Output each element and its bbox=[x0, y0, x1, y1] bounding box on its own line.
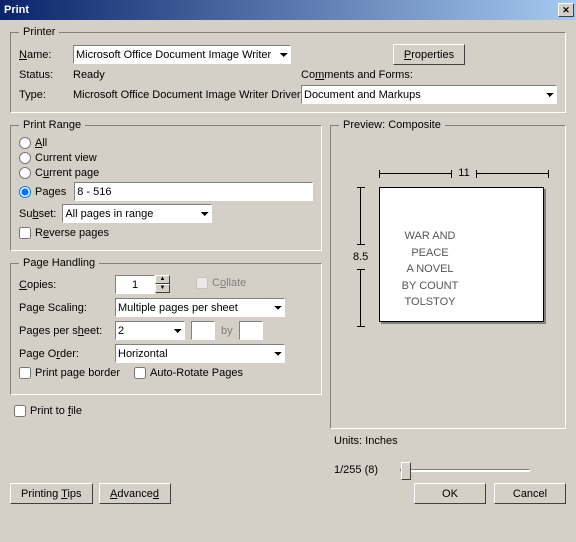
radio-all[interactable] bbox=[19, 137, 31, 149]
page-thumbnail-text: WAR AND PEACE A NOVEL BY COUNT TOLSTOY bbox=[400, 228, 460, 311]
copies-spinner[interactable]: ▲▼ bbox=[115, 275, 170, 294]
copies-up[interactable]: ▲ bbox=[155, 275, 170, 284]
subset-select[interactable]: All pages in range bbox=[62, 204, 212, 223]
custom-h-input bbox=[239, 321, 263, 340]
cancel-button[interactable]: Cancel bbox=[494, 483, 566, 504]
scaling-select[interactable]: Multiple pages per sheet bbox=[115, 298, 285, 317]
border-label[interactable]: Print page border bbox=[35, 367, 120, 379]
advanced-button[interactable]: Advanced bbox=[99, 483, 171, 504]
window-title: Print bbox=[4, 4, 558, 16]
preview-legend: Preview: Composite bbox=[339, 119, 445, 131]
pages-label[interactable]: Pages bbox=[35, 186, 66, 198]
printer-legend: Printer bbox=[19, 26, 59, 38]
copies-input[interactable] bbox=[115, 275, 155, 294]
progress-label: 1/255 (8) bbox=[334, 464, 394, 476]
page-handling-group: Page Handling Copies: ▲▼ Collate Page Sc… bbox=[10, 257, 322, 395]
collate-checkbox bbox=[196, 277, 208, 289]
status-value: Ready bbox=[73, 69, 295, 81]
comments-label: Comments and Forms: bbox=[301, 69, 557, 81]
type-value: Microsoft Office Document Image Writer D… bbox=[73, 89, 295, 101]
page-slider[interactable] bbox=[400, 461, 530, 479]
order-select[interactable]: Horizontal bbox=[115, 344, 285, 363]
print-to-file-label[interactable]: Print to file bbox=[30, 405, 82, 417]
titlebar: Print ✕ bbox=[0, 0, 576, 20]
by-label: by bbox=[221, 325, 233, 337]
autorotate-label[interactable]: Auto-Rotate Pages bbox=[150, 367, 243, 379]
type-label: Type: bbox=[19, 89, 67, 101]
scaling-label: Page Scaling: bbox=[19, 302, 109, 314]
dim-width: 11 bbox=[379, 167, 549, 179]
close-button[interactable]: ✕ bbox=[558, 3, 574, 17]
range-legend: Print Range bbox=[19, 119, 85, 131]
preview-page: WAR AND PEACE A NOVEL BY COUNT TOLSTOY bbox=[379, 187, 544, 322]
current-page-label[interactable]: Current page bbox=[35, 167, 99, 179]
copies-label: Copies: bbox=[19, 279, 109, 291]
reverse-checkbox[interactable] bbox=[19, 227, 31, 239]
pages-input[interactable] bbox=[74, 182, 313, 201]
print-to-file-checkbox[interactable] bbox=[14, 405, 26, 417]
printer-group: Printer Name: Microsoft Office Document … bbox=[10, 26, 566, 113]
status-label: Status: bbox=[19, 69, 67, 81]
radio-current-page[interactable] bbox=[19, 167, 31, 179]
handling-legend: Page Handling bbox=[19, 257, 99, 269]
pps-select[interactable]: 2 bbox=[115, 321, 185, 340]
radio-pages[interactable] bbox=[19, 186, 31, 198]
properties-button[interactable]: Properties bbox=[393, 44, 465, 65]
preview-group: Preview: Composite 11 8.5 WAR AND PEACE … bbox=[330, 119, 566, 429]
copies-down[interactable]: ▼ bbox=[155, 284, 170, 293]
comments-select[interactable]: Document and Markups bbox=[301, 85, 557, 104]
name-label: Name: bbox=[19, 49, 67, 61]
subset-label: Subset: bbox=[19, 208, 56, 220]
printing-tips-button[interactable]: Printing Tips bbox=[10, 483, 93, 504]
autorotate-checkbox[interactable] bbox=[134, 367, 146, 379]
preview-area: 11 8.5 WAR AND PEACE A NOVEL BY COUNT TO… bbox=[339, 137, 557, 377]
collate-label: Collate bbox=[212, 277, 246, 289]
units-label: Units: Inches bbox=[334, 435, 566, 447]
custom-w-input bbox=[191, 321, 215, 340]
order-label: Page Order: bbox=[19, 348, 109, 360]
dim-height: 8.5 bbox=[353, 187, 368, 327]
ok-button[interactable]: OK bbox=[414, 483, 486, 504]
current-view-label[interactable]: Current view bbox=[35, 152, 97, 164]
print-range-group: Print Range All Current view Current pag… bbox=[10, 119, 322, 251]
border-checkbox[interactable] bbox=[19, 367, 31, 379]
reverse-label[interactable]: Reverse pages bbox=[35, 227, 109, 239]
radio-current-view[interactable] bbox=[19, 152, 31, 164]
all-label[interactable]: All bbox=[35, 137, 47, 149]
pps-label: Pages per sheet: bbox=[19, 325, 109, 337]
printer-name-select[interactable]: Microsoft Office Document Image Writer bbox=[73, 45, 291, 64]
